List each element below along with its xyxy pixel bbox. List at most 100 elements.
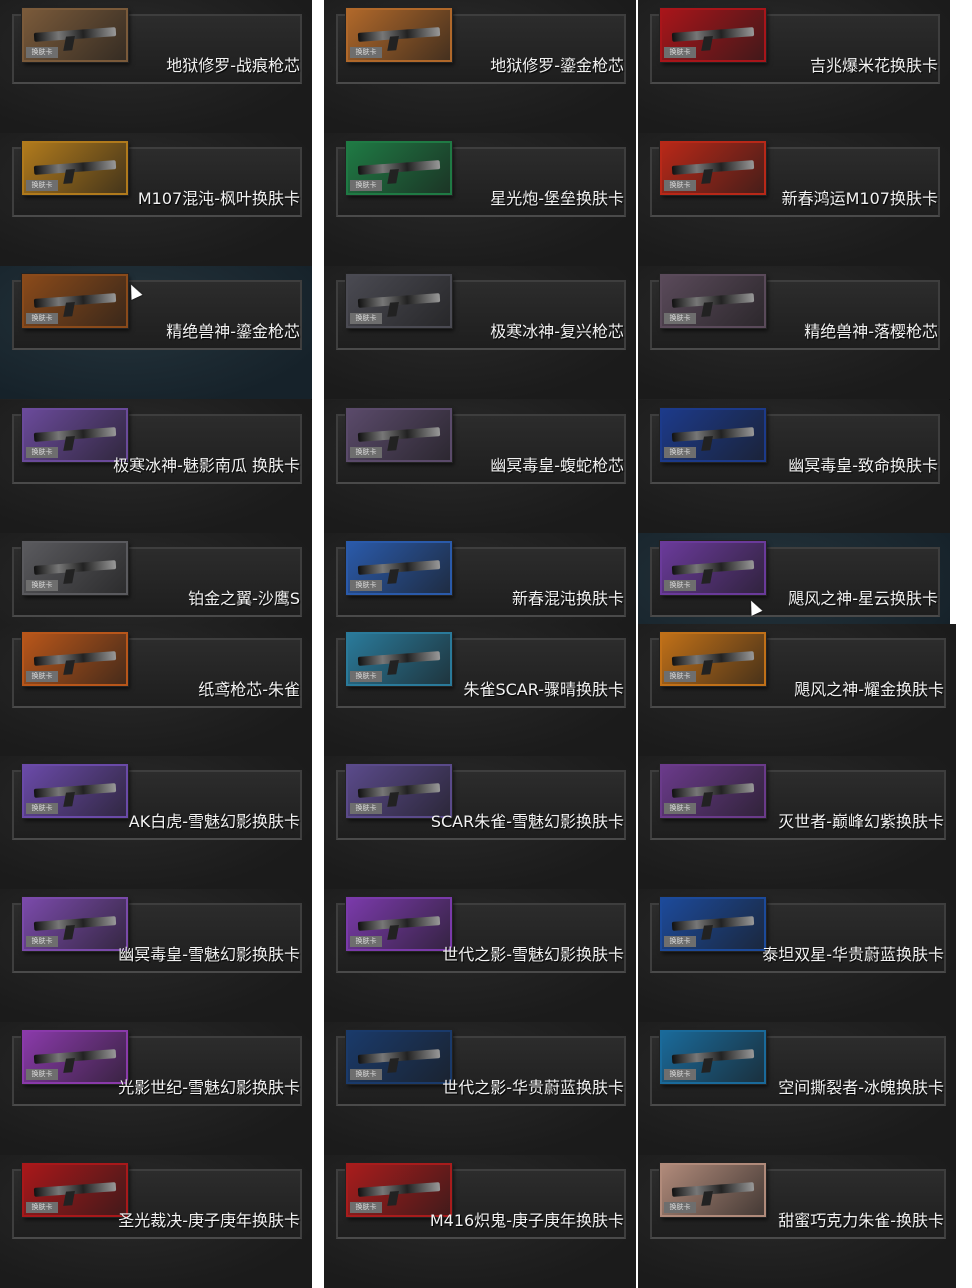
skin-card-name: 世代之影-雪魅幻影换肤卡 — [442, 945, 624, 964]
skin-card-tile[interactable]: 换肤卡 幽冥毒皇-致命换肤卡 — [638, 400, 950, 533]
skin-card-tile[interactable]: 换肤卡 AK白虎-雪魅幻影换肤卡 — [0, 756, 312, 889]
skin-card-tile[interactable]: 换肤卡 极寒冰神-魅影南瓜 换肤卡 — [0, 400, 312, 533]
gun-icon — [33, 1182, 117, 1197]
gun-icon — [357, 27, 441, 42]
skin-tag-badge: 换肤卡 — [26, 803, 58, 814]
gun-icon — [357, 560, 441, 575]
skin-card-name: 飓风之神-耀金换肤卡 — [794, 680, 944, 699]
skin-card-name: 精绝兽神-鎏金枪芯 — [166, 322, 300, 341]
gun-icon — [357, 1182, 441, 1197]
skin-card-tile[interactable]: 换肤卡 地狱修罗-战痕枪芯 — [0, 0, 312, 133]
skin-card-name: 新春混沌换肤卡 — [511, 589, 624, 608]
weapon-thumbnail: 换肤卡 — [346, 632, 452, 686]
skin-card-name: 吉兆爆米花换肤卡 — [809, 56, 938, 75]
skin-tag-badge: 换肤卡 — [350, 1202, 382, 1213]
weapon-thumbnail: 换肤卡 — [22, 1163, 128, 1217]
skin-tag-badge: 换肤卡 — [26, 447, 58, 458]
skin-tag-badge: 换肤卡 — [26, 671, 58, 682]
skin-tag-badge: 换肤卡 — [350, 447, 382, 458]
weapon-thumbnail: 换肤卡 — [660, 1030, 766, 1084]
skin-tag-badge: 换肤卡 — [26, 936, 58, 947]
skin-tag-badge: 换肤卡 — [350, 580, 382, 591]
skin-card-tile[interactable]: 换肤卡吉兆爆米花换肤卡 — [638, 0, 950, 133]
skin-card-tile[interactable]: 换肤卡 M416炽鬼-庚子庚年换肤卡 — [324, 1155, 636, 1288]
gun-icon — [671, 560, 755, 575]
gun-icon — [357, 293, 441, 308]
weapon-thumbnail: 换肤卡 — [22, 274, 128, 328]
skin-card-tile[interactable]: 换肤卡 圣光裁决-庚子庚年换肤卡 — [0, 1155, 312, 1288]
skin-card-name: 新春鸿运M107换肤卡 — [781, 189, 938, 208]
weapon-thumbnail: 换肤卡 — [22, 764, 128, 818]
weapon-thumbnail: 换肤卡 — [22, 541, 128, 595]
skin-card-tile[interactable]: 换肤卡甜蜜巧克力朱雀-换肤卡 — [638, 1155, 956, 1288]
skin-card-tile[interactable]: 换肤卡 幽冥毒皇-雪魅幻影换肤卡 — [0, 889, 312, 1022]
skin-tag-badge: 换肤卡 — [350, 313, 382, 324]
skin-card-tile[interactable]: 换肤卡精绝兽神-落樱枪芯 — [638, 266, 950, 399]
weapon-thumbnail: 换肤卡 — [22, 8, 128, 62]
skin-tag-badge: 换肤卡 — [664, 580, 696, 591]
skin-card-name: 空间撕裂者-冰魄换肤卡 — [778, 1078, 944, 1097]
skin-tag-badge: 换肤卡 — [26, 313, 58, 324]
skin-card-name: SCAR朱雀-雪魅幻影换肤卡 — [430, 812, 624, 831]
gun-icon — [357, 1049, 441, 1064]
skin-card-tile[interactable]: 换肤卡 地狱修罗-鎏金枪芯 — [324, 0, 636, 133]
gun-icon — [671, 293, 755, 308]
gun-icon — [671, 1049, 755, 1064]
weapon-thumbnail: 换肤卡 — [660, 541, 766, 595]
skin-card-tile[interactable]: 换肤卡幽冥毒皇-蝮蛇枪芯 — [324, 400, 636, 533]
gun-icon — [33, 27, 117, 42]
gun-icon — [357, 783, 441, 798]
skin-card-name: 星光炮-堡垒换肤卡 — [490, 189, 624, 208]
skin-tag-badge: 换肤卡 — [26, 580, 58, 591]
weapon-thumbnail: 换肤卡 — [346, 274, 452, 328]
skin-card-name: 光影世纪-雪魅幻影换肤卡 — [118, 1078, 300, 1097]
skin-tag-badge: 换肤卡 — [350, 47, 382, 58]
skin-card-name: 泰坦双星-华贵蔚蓝换肤卡 — [762, 945, 944, 964]
skin-card-name: 精绝兽神-落樱枪芯 — [804, 322, 938, 341]
skin-card-name: 世代之影-华贵蔚蓝换肤卡 — [442, 1078, 624, 1097]
skin-card-name: 极寒冰神-复兴枪芯 — [490, 322, 624, 341]
skin-card-tile[interactable]: 换肤卡 灭世者-巅峰幻紫换肤卡 — [638, 756, 956, 889]
gun-icon — [671, 1182, 755, 1197]
skin-tag-badge: 换肤卡 — [350, 936, 382, 947]
skin-card-name: 甜蜜巧克力朱雀-换肤卡 — [778, 1211, 944, 1230]
weapon-thumbnail: 换肤卡 — [346, 897, 452, 951]
weapon-thumbnail: 换肤卡 — [660, 632, 766, 686]
skin-card-tile[interactable]: 换肤卡星光炮-堡垒换肤卡 — [324, 133, 636, 266]
weapon-thumbnail: 换肤卡 — [22, 897, 128, 951]
gun-icon — [357, 160, 441, 175]
weapon-thumbnail: 换肤卡 — [660, 8, 766, 62]
skin-tag-badge: 换肤卡 — [664, 1069, 696, 1080]
gun-icon — [33, 651, 117, 666]
skin-card-tile[interactable]: 换肤卡光影世纪-雪魅幻影换肤卡 — [0, 1022, 312, 1155]
skin-card-tile[interactable]: 换肤卡纸鸢枪芯-朱雀 — [0, 624, 312, 757]
weapon-thumbnail: 换肤卡 — [660, 274, 766, 328]
skin-card-tile[interactable]: 换肤卡空间撕裂者-冰魄换肤卡 — [638, 1022, 956, 1155]
skin-card-tile[interactable]: 换肤卡世代之影-雪魅幻影换肤卡 — [324, 889, 636, 1022]
skin-tag-badge: 换肤卡 — [664, 47, 696, 58]
skin-tag-badge: 换肤卡 — [26, 180, 58, 191]
skin-card-tile[interactable]: 换肤卡精绝兽神-鎏金枪芯 — [0, 266, 312, 399]
gun-icon — [671, 427, 755, 442]
skin-card-tile[interactable]: 换肤卡 SCAR朱雀-雪魅幻影换肤卡 — [324, 756, 636, 889]
skin-card-name: 幽冥毒皇-蝮蛇枪芯 — [490, 456, 624, 475]
skin-card-tile[interactable]: 换肤卡 世代之影-华贵蔚蓝换肤卡 — [324, 1022, 636, 1155]
skin-tag-badge: 换肤卡 — [664, 447, 696, 458]
skin-card-name: 铂金之翼-沙鹰S — [188, 589, 300, 608]
skin-tag-badge: 换肤卡 — [664, 1202, 696, 1213]
skin-card-tile[interactable]: 换肤卡飓风之神-耀金换肤卡 — [638, 624, 956, 757]
gun-icon — [33, 427, 117, 442]
skin-tag-badge: 换肤卡 — [26, 1202, 58, 1213]
skin-tag-badge: 换肤卡 — [350, 180, 382, 191]
skin-card-tile[interactable]: 换肤卡 朱雀SCAR-骤晴换肤卡 — [324, 624, 636, 757]
skin-tag-badge: 换肤卡 — [26, 1069, 58, 1080]
skin-card-tile[interactable]: 换肤卡极寒冰神-复兴枪芯 — [324, 266, 636, 399]
skin-tag-badge: 换肤卡 — [350, 803, 382, 814]
weapon-thumbnail: 换肤卡 — [346, 408, 452, 462]
skin-card-name: 纸鸢枪芯-朱雀 — [198, 680, 300, 699]
gun-icon — [671, 160, 755, 175]
weapon-thumbnail: 换肤卡 — [660, 897, 766, 951]
skin-card-tile[interactable]: 换肤卡 泰坦双星-华贵蔚蓝换肤卡 — [638, 889, 956, 1022]
skin-card-tile[interactable]: 换肤卡 新春鸿运M107换肤卡 — [638, 133, 950, 266]
skin-card-tile[interactable]: 换肤卡 M107混沌-枫叶换肤卡 — [0, 133, 312, 266]
